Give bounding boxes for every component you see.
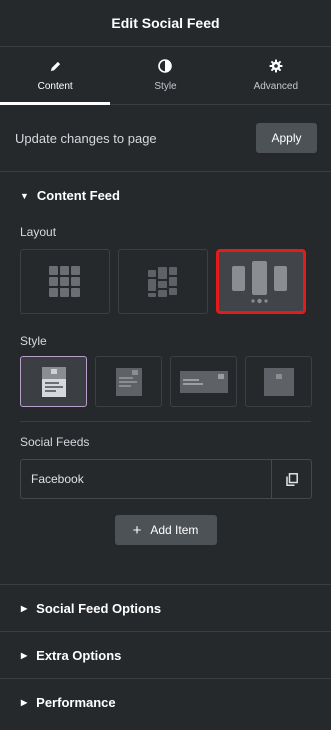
layout-options — [0, 249, 331, 314]
section-performance[interactable]: ▶ Performance — [0, 678, 331, 725]
style-option-card-image-only[interactable] — [245, 356, 312, 407]
style-label: Style — [20, 334, 47, 348]
tab-content[interactable]: Content — [0, 47, 111, 105]
section-extra-options[interactable]: ▶ Extra Options — [0, 631, 331, 678]
add-item-label: Add Item — [150, 523, 199, 537]
style-option-card-vertical[interactable] — [20, 356, 87, 407]
collapsed-sections: ▶ Social Feed Options ▶ Extra Options ▶ … — [0, 584, 331, 725]
update-row: Update changes to page Apply — [0, 105, 331, 172]
layout-option-masonry[interactable] — [118, 249, 208, 314]
style-option-card-horizontal[interactable] — [170, 356, 237, 407]
style-options — [0, 356, 331, 407]
divider — [20, 421, 311, 422]
feed-item-row[interactable]: Facebook — [20, 459, 312, 499]
layout-label: Layout — [20, 225, 57, 239]
tab-advanced-label: Advanced — [253, 81, 299, 92]
section-title: Performance — [36, 694, 116, 710]
caret-right-icon: ▶ — [21, 603, 28, 613]
caret-down-icon: ▼ — [20, 190, 29, 201]
content-feed-header[interactable]: ▼ Content Feed — [0, 172, 331, 219]
section-title: Social Feed Options — [36, 600, 162, 616]
card-overlay-icon — [115, 367, 142, 396]
card-horizontal-icon — [179, 370, 228, 393]
update-text: Update changes to page — [15, 130, 157, 146]
content-feed-title: Content Feed — [36, 188, 120, 203]
pencil-icon — [50, 61, 60, 71]
layout-option-grid[interactable] — [20, 249, 110, 314]
card-vertical-icon — [41, 366, 66, 397]
carousel-layout-icon — [232, 260, 287, 303]
feed-item-name[interactable]: Facebook — [21, 460, 271, 498]
tab-style[interactable]: Style — [110, 47, 220, 104]
contrast-icon — [158, 59, 173, 73]
section-social-feed-options[interactable]: ▶ Social Feed Options — [0, 584, 331, 631]
add-item-button[interactable]: + Add Item — [114, 515, 217, 545]
gear-icon — [269, 59, 283, 73]
layout-option-carousel[interactable] — [216, 249, 306, 314]
plus-icon: + — [132, 521, 142, 539]
tab-advanced[interactable]: Advanced — [221, 47, 331, 104]
caret-right-icon: ▶ — [21, 697, 28, 707]
duplicate-icon — [285, 472, 298, 486]
apply-button[interactable]: Apply — [256, 123, 317, 153]
duplicate-button[interactable] — [271, 460, 311, 498]
masonry-layout-icon — [148, 266, 177, 297]
caret-right-icon: ▶ — [21, 650, 28, 660]
section-title: Extra Options — [36, 647, 122, 663]
style-option-card-overlay[interactable] — [95, 356, 162, 407]
grid-layout-icon — [49, 265, 80, 297]
social-feeds-label: Social Feeds — [20, 435, 90, 449]
tab-bar: Content Style Advanced — [0, 47, 331, 105]
panel-title: Edit Social Feed — [0, 0, 331, 47]
card-image-only-icon — [263, 367, 294, 396]
tab-content-label: Content — [37, 80, 73, 92]
tab-style-label: Style — [154, 81, 177, 92]
